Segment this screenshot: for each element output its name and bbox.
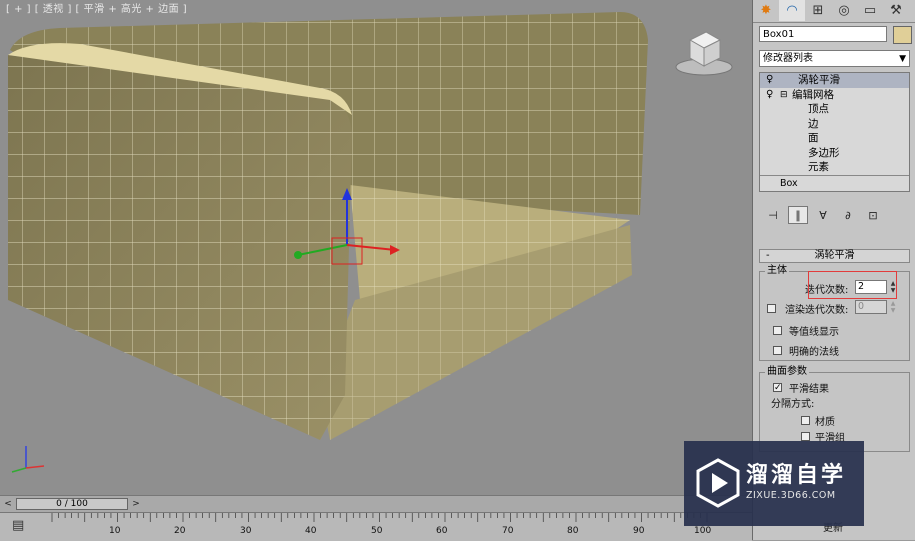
object-name-field[interactable]: Box01 — [759, 26, 887, 42]
stack-item-label: 涡轮平滑 — [798, 74, 840, 86]
display-icon[interactable]: ▭ — [857, 0, 883, 21]
stack-item-edit-mesh[interactable]: ♀ ⊟ 编辑网格 — [760, 88, 909, 103]
modify-icon[interactable]: ◠ — [779, 0, 805, 21]
collapse-icon[interactable]: ⊟ — [780, 88, 788, 103]
surface-group-title: 曲面参数 — [765, 366, 809, 378]
stack-sub-label: 边 — [808, 117, 819, 130]
stack-sub-label: 顶点 — [808, 103, 829, 115]
spinner-arrows-icon[interactable]: ▲ ▼ — [889, 300, 897, 314]
stack-sub-label: 多边形 — [808, 146, 840, 159]
tick-label: 70 — [502, 526, 514, 536]
motion-icon[interactable]: ◎ — [831, 0, 857, 21]
remove-modifier-icon[interactable]: ∂ — [838, 206, 858, 224]
stack-divider — [760, 175, 909, 176]
tick-label: 30 — [240, 526, 252, 536]
smooth-result-checkbox[interactable]: ✓ — [773, 383, 782, 393]
isoline-checkbox[interactable] — [773, 326, 782, 335]
modifier-list-dropdown[interactable]: 修改器列表 ▼ — [759, 50, 910, 67]
show-end-result-icon[interactable]: ∥ — [788, 206, 808, 224]
stack-sub-vertex[interactable]: 顶点 — [760, 102, 909, 117]
frame-ruler[interactable] — [48, 513, 752, 541]
main-group-title: 主体 — [765, 265, 789, 277]
make-unique-icon[interactable]: ∀ — [813, 206, 833, 224]
rollout-title: 涡轮平滑 — [814, 250, 855, 261]
stack-item-label: Box — [780, 178, 798, 189]
viewcube-icon[interactable] — [672, 22, 736, 82]
smooth-result-label: 平滑结果 — [789, 384, 829, 395]
hierarchy-icon[interactable]: ⊞ — [805, 0, 831, 21]
tick-label: 40 — [305, 526, 317, 536]
stack-sub-element[interactable]: 元素 — [760, 160, 909, 175]
time-slider-bar: < 0 / 100 > — [0, 495, 752, 513]
create-icon[interactable]: ✸ — [753, 0, 779, 21]
viewport-label[interactable]: [ + ] [ 透视 ] [ 平滑 + 高光 + 边面 ] — [6, 0, 187, 15]
curve-editor-icon[interactable]: ▤ — [12, 518, 24, 533]
stack-sub-face[interactable]: 面 — [760, 131, 909, 146]
perspective-viewport[interactable]: [ + ] [ 透视 ] [ 平滑 + 高光 + 边面 ] — [0, 0, 752, 495]
pin-stack-icon[interactable]: ⊣ — [763, 206, 783, 224]
tick-label: 20 — [174, 526, 186, 536]
panel-tabs: ✸ ◠ ⊞ ◎ ▭ ⚒ — [753, 0, 915, 23]
axis-tripod-icon — [11, 446, 45, 473]
modifier-stack: ♀ 涡轮平滑 ♀ ⊟ 编辑网格 顶点 边 面 多边形 元素 Box — [759, 72, 910, 192]
watermark: 溜溜自学 ZIXUE.3D66.COM — [684, 441, 864, 526]
utilities-icon[interactable]: ⚒ — [883, 0, 909, 21]
lightbulb-icon[interactable]: ♀ — [766, 73, 773, 88]
modifier-list-label: 修改器列表 — [763, 53, 813, 64]
smoothing-groups-checkbox[interactable] — [801, 432, 810, 441]
tick-label: 10 — [109, 526, 121, 536]
lightbulb-icon[interactable]: ♀ — [766, 88, 773, 103]
stack-sub-label: 元素 — [808, 161, 829, 173]
chevron-down-icon: ▼ — [899, 54, 906, 64]
stack-sub-polygon[interactable]: 多边形 — [760, 146, 909, 161]
stack-sub-edge[interactable]: 边 — [760, 117, 909, 132]
tick-label: 100 — [694, 526, 712, 536]
materials-checkbox[interactable] — [801, 416, 810, 425]
tick-label: 60 — [436, 526, 448, 536]
render-iters-checkbox[interactable] — [767, 304, 776, 313]
time-slider[interactable]: 0 / 100 — [16, 498, 128, 510]
render-iters-spinner[interactable]: 0 — [855, 300, 887, 314]
turbosmooth-rollout-header[interactable]: - 涡轮平滑 — [759, 249, 910, 263]
stack-toolbar: ⊣ ∥ ∀ ∂ ⊡ — [763, 206, 910, 226]
play-logo-icon — [696, 458, 740, 508]
explicit-normals-label: 明确的法线 — [789, 347, 839, 358]
tick-label: 80 — [567, 526, 579, 536]
materials-label: 材质 — [815, 417, 835, 428]
tick-label: 50 — [371, 526, 383, 536]
collapse-icon: - — [766, 250, 770, 261]
configure-sets-icon[interactable]: ⊡ — [863, 206, 883, 224]
prev-frame-button[interactable]: < — [2, 498, 14, 510]
tick-label: 90 — [633, 526, 645, 536]
watermark-title: 溜溜自学 — [746, 463, 847, 488]
object-color-swatch[interactable] — [893, 26, 912, 44]
next-frame-button[interactable]: > — [130, 498, 142, 510]
watermark-url: ZIXUE.3D66.COM — [746, 490, 836, 501]
separate-by-label: 分隔方式: — [771, 399, 815, 410]
render-iters-label: 渲染迭代次数: — [785, 305, 849, 316]
stack-sub-label: 面 — [808, 132, 819, 144]
isoline-label: 等值线显示 — [789, 327, 839, 338]
stack-item-label: 编辑网格 — [792, 88, 834, 101]
trackbar[interactable]: ▤ 10 20 30 40 50 60 70 80 90 100 — [0, 512, 752, 541]
stack-item-box[interactable]: Box — [760, 177, 909, 192]
highlight-box — [808, 271, 897, 299]
sofa-mesh[interactable] — [0, 0, 752, 495]
stack-item-turbosmooth[interactable]: ♀ 涡轮平滑 — [760, 73, 909, 88]
explicit-normals-checkbox[interactable] — [773, 346, 782, 355]
